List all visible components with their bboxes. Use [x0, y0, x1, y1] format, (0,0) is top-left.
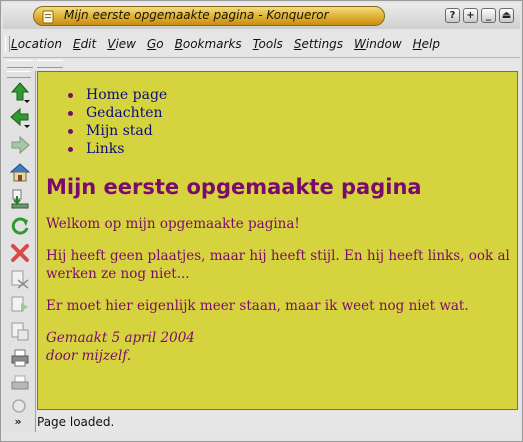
title-bar[interactable]: Mijn eerste opgemaakte pagina - Konquero… — [3, 3, 520, 29]
toolbar-more-button[interactable]: » — [9, 413, 27, 429]
status-separator — [35, 412, 36, 432]
intro-paragraph: Welkom op mijn opgemaakte pagina! — [46, 216, 300, 232]
reload-icon — [11, 217, 29, 235]
stop-icon — [11, 244, 29, 262]
reload-button[interactable] — [9, 215, 31, 237]
link-home-page[interactable]: Home page — [60, 86, 167, 104]
toolbar-grip-2[interactable] — [37, 60, 63, 68]
cut-button[interactable] — [9, 268, 31, 290]
paste-button[interactable] — [9, 320, 31, 342]
more-paragraph: Er moet hier eigenlijk meer staan, maar … — [46, 298, 469, 314]
konqueror-window: Mijn eerste opgemaakte pagina - Konquero… — [0, 0, 523, 442]
help-button[interactable]: ? — [445, 8, 460, 23]
toolbar-grip[interactable] — [7, 60, 33, 68]
menu-location[interactable]: Location — [11, 37, 62, 51]
location-toolbar-strip — [3, 57, 520, 70]
maximize-button[interactable]: + — [463, 8, 478, 23]
home-icon — [9, 163, 31, 182]
print-button[interactable] — [9, 347, 31, 369]
home-button[interactable] — [9, 161, 31, 183]
copy-icon — [11, 296, 28, 312]
menu-help[interactable]: Help — [413, 37, 440, 51]
page-view[interactable]: Home page Gedachten Mijn stad Links Mijn… — [37, 71, 518, 410]
side-toolbar — [3, 71, 36, 431]
print-icon — [11, 349, 29, 367]
minimize-button[interactable]: _ — [481, 8, 496, 23]
signature-author: door mijzelf. — [46, 348, 132, 364]
menu-view[interactable]: View — [107, 37, 136, 51]
nav-links: Home page Gedachten Mijn stad Links — [60, 86, 167, 158]
status-text: Page loaded. — [37, 415, 115, 429]
signature: Gemaakt 5 april 2004 door mijzelf. — [46, 329, 195, 365]
page-heading: Mijn eerste opgemaakte pagina — [46, 175, 422, 199]
back-arrow-icon — [10, 107, 30, 128]
print-preview-button[interactable] — [9, 373, 31, 395]
menu-bookmarks[interactable]: Bookmarks — [175, 37, 242, 51]
menu-settings[interactable]: Settings — [294, 37, 343, 51]
download-icon — [11, 189, 29, 209]
style-paragraph: Hij heeft geen plaatjes, maar hij heeft … — [46, 248, 510, 282]
forward-button[interactable] — [9, 134, 31, 156]
shade-button[interactable]: ⏏ — [499, 8, 514, 23]
link-links[interactable]: Links — [60, 140, 167, 158]
menu-bar: Location Edit View Go Bookmarks Tools Se… — [3, 32, 520, 56]
menubar-grip[interactable] — [5, 36, 10, 52]
menu-tools[interactable]: Tools — [253, 37, 283, 51]
window-buttons: ? + _ ⏏ — [445, 8, 514, 23]
konqueror-app-icon[interactable] — [42, 10, 54, 24]
paste-icon — [11, 322, 29, 341]
up-button[interactable] — [9, 81, 31, 103]
stop-button[interactable] — [9, 242, 31, 264]
up-arrow-icon — [10, 82, 30, 103]
title-pill[interactable]: Mijn eerste opgemaakte pagina - Konquero… — [33, 6, 385, 26]
menu-window[interactable]: Window — [354, 37, 402, 51]
menu-items: Location Edit View Go Bookmarks Tools Se… — [11, 37, 451, 51]
link-gedachten[interactable]: Gedachten — [60, 104, 167, 122]
copy-button[interactable] — [9, 294, 31, 316]
print-preview-icon — [11, 375, 29, 390]
download-button[interactable] — [9, 188, 31, 210]
signature-date: Gemaakt 5 april 2004 — [46, 330, 195, 346]
side-toolbar-grip[interactable] — [7, 71, 31, 78]
window-title: Mijn eerste opgemaakte pagina - Konquero… — [64, 8, 329, 22]
forward-arrow-icon — [11, 135, 30, 155]
cut-icon — [11, 270, 29, 289]
status-bar: Page loaded. — [35, 412, 519, 432]
back-button[interactable] — [9, 107, 31, 129]
link-mijn-stad[interactable]: Mijn stad — [60, 122, 167, 140]
menu-go[interactable]: Go — [147, 37, 164, 51]
menu-edit[interactable]: Edit — [73, 37, 96, 51]
